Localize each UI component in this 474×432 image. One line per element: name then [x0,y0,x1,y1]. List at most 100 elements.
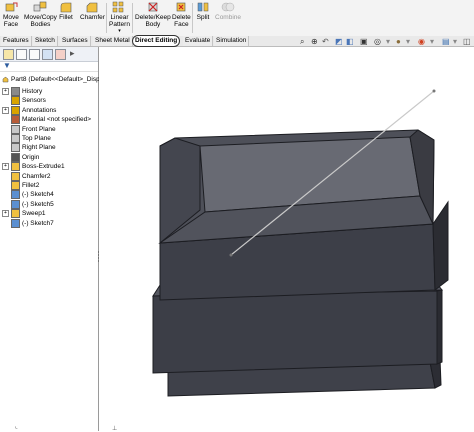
tree-item[interactable]: Fillet2 [11,181,39,190]
tree-item[interactable]: Material <not specified> [11,115,92,125]
delete-keep-body-label: Delete/Keep Body [135,14,171,28]
property-manager-tab-icon[interactable] [16,49,27,60]
fillet-label: Fillet [59,14,73,21]
move-face-button[interactable]: Move Face [3,1,19,28]
delete-keep-body-button[interactable]: Delete/Keep Body [135,1,171,28]
fillet-icon [60,2,72,13]
move-face-icon [5,2,18,12]
ribbon-separator [106,3,107,33]
tree-item[interactable]: Front Plane [11,124,56,134]
tree-item[interactable]: Origin [11,152,40,162]
tab-surfaces[interactable]: Surfaces [60,36,91,46]
delete-face-label: Delete Face [172,14,191,28]
combine-button[interactable]: Combine [215,1,241,21]
delete-keep-body-icon [148,2,158,12]
tab-features[interactable]: Features [1,36,32,46]
hide-show-dropdown-icon[interactable]: ▾ [386,37,390,46]
tree-item-label: Annotations [22,107,57,115]
view-settings-icon[interactable]: ▤ [442,37,450,46]
linear-pattern-button[interactable]: Linear Pattern ▾ [109,1,130,35]
linear-pattern-label: Linear Pattern [109,14,130,28]
dimxpert-manager-tab-icon[interactable] [42,49,53,60]
tree-item[interactable]: Right Plane [11,143,56,153]
apply-scene-icon[interactable]: ◉ [418,37,425,46]
delete-face-icon [177,2,186,12]
tab-simulation[interactable]: Simulation [214,36,250,46]
sketch-icon [11,199,20,209]
tab-sketch[interactable]: Sketch [33,36,58,46]
plane-icon [11,124,20,134]
origin-triad-icon: ⌞ [15,424,18,430]
chamfer-label: Chamfer [80,14,105,21]
previous-view-icon[interactable]: ↶ [322,37,329,46]
filter-icon: ▼ [3,61,11,70]
feature-tree-tab-icon[interactable] [3,49,14,60]
feature-tree-filter[interactable]: ▼ [0,61,98,72]
tab-evaluate[interactable]: Evaluate [183,36,214,46]
tree-item[interactable]: + Sweep1 [2,209,46,219]
tree-item-label: History [22,88,43,96]
apply-scene-dropdown-icon[interactable]: ▾ [430,37,434,46]
model-middle-slab-side [436,289,443,365]
display-manager-tab-icon[interactable] [55,49,66,60]
tree-item[interactable]: + Boss-Extrude1 [2,162,65,172]
tree-item[interactable]: Chamfer2 [11,171,51,181]
chamfer-button[interactable]: Chamfer [80,1,105,21]
zoom-to-area-icon[interactable]: ⊕ [311,37,318,46]
tree-item[interactable]: + Annotations [2,105,57,115]
tree-item-label: Chamfer2 [22,172,51,180]
split-icon [197,2,209,12]
split-label: Split [196,14,210,21]
tree-item[interactable]: (-) Sketch4 [11,190,54,200]
tree-item-label: Fillet2 [22,182,40,190]
panel-arrow-icon[interactable]: ▸ [70,48,75,59]
history-icon [11,87,20,96]
expand-toggle-icon[interactable]: + [2,163,9,171]
tree-item[interactable]: Top Plane [11,134,51,143]
tree-item-label: (-) Sketch7 [22,219,54,227]
delete-face-button[interactable]: Delete Face [172,1,191,28]
part-icon [2,76,9,83]
hide-show-items-icon[interactable]: ◎ [374,37,381,46]
tree-root-part[interactable]: Part8 (Default<<Default>_Disp [2,75,100,84]
linear-pattern-dropdown-icon[interactable]: ▾ [118,28,121,35]
model-view [152,89,449,397]
section-view-icon[interactable]: ◩ [335,37,343,46]
move-copy-bodies-button[interactable]: Move/Copy Bodies [24,1,57,28]
linear-pattern-icon [113,1,124,13]
zoom-to-fit-icon[interactable]: ⌕ [300,37,304,46]
graphics-area[interactable] [99,47,474,431]
view-orientation-icon[interactable]: ◧ [346,37,354,46]
tab-direct-editing[interactable]: Direct Editing [132,35,181,47]
edit-appearance-dropdown-icon[interactable]: ▾ [406,37,410,46]
fillet-button[interactable]: Fillet [59,1,73,21]
combine-icon [221,2,235,12]
extrude-icon [11,162,20,172]
view-settings-dropdown-icon[interactable]: ▾ [453,37,457,46]
origin-icon [11,152,20,162]
tree-item-label: (-) Sketch4 [22,191,54,199]
display-style-icon[interactable]: ▣ [360,37,368,46]
sketch-icon [11,190,20,200]
split-button[interactable]: Split [196,1,210,21]
tab-sheet-metal[interactable]: Sheet Metal [93,36,133,46]
expand-toggle-icon[interactable]: + [2,210,9,218]
sweep-path-endpoint [432,89,436,93]
tree-item[interactable]: (-) Sketch5 [11,199,54,209]
expand-toggle-icon[interactable]: + [2,106,9,114]
tree-item[interactable]: Sensors [11,96,46,106]
expand-toggle-icon[interactable]: + [2,88,9,95]
ribbon-separator [132,3,133,33]
tree-item-label: Material <not specified> [22,116,92,124]
tree-item-label: Origin [22,154,40,162]
viewport-menu-icon[interactable]: ◫ [463,37,471,46]
command-tab-bar: Features Sketch Surfaces Sheet Metal Dir… [0,35,474,47]
tree-item[interactable]: (-) Sketch7 [11,218,54,228]
chamfer-icon [11,171,20,181]
feature-manager-toolbar: ▸ [0,47,98,62]
tree-item[interactable]: + History [2,87,43,96]
plane-icon [11,134,20,143]
edit-appearance-icon[interactable]: ● [396,37,401,46]
configuration-manager-tab-icon[interactable] [29,49,40,60]
tree-item-label: Front Plane [22,125,56,133]
